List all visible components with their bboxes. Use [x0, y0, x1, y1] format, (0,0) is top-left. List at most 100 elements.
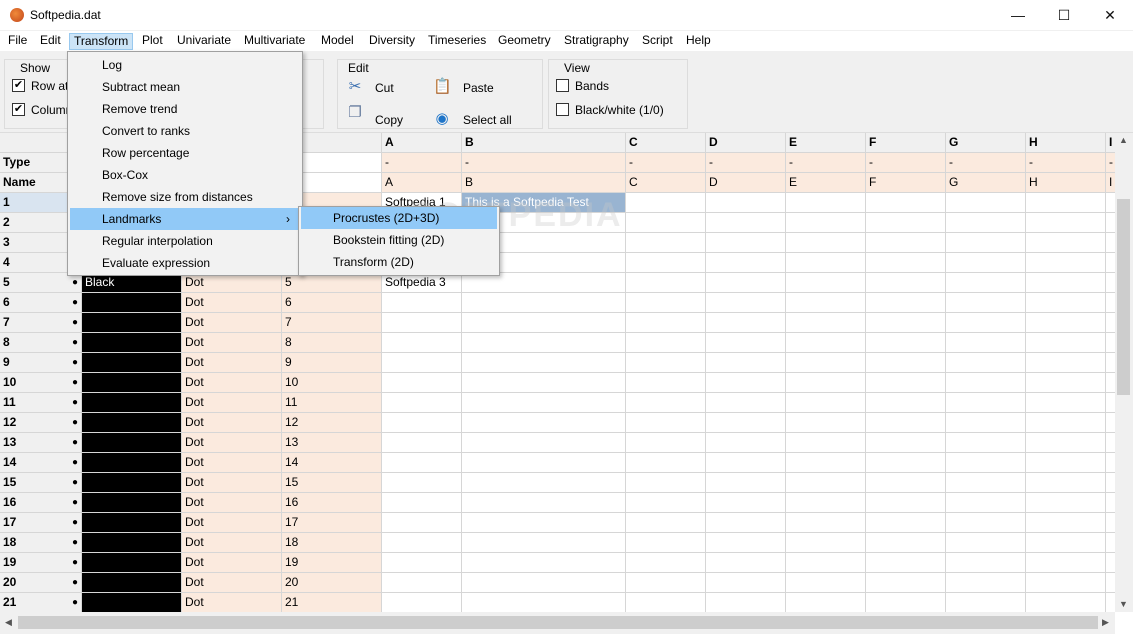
row-name-cell[interactable]: 10 — [282, 373, 382, 393]
cell-g[interactable] — [946, 313, 1026, 333]
transform-item-regular-interpolation[interactable]: Regular interpolation — [70, 230, 300, 252]
menu-multivariate[interactable]: Multivariate — [240, 33, 309, 50]
symbol-cell[interactable]: Dot — [182, 533, 282, 553]
cell-g[interactable] — [946, 233, 1026, 253]
row-name-cell[interactable]: 9 — [282, 353, 382, 373]
cell-c[interactable] — [626, 573, 706, 593]
color-cell[interactable] — [82, 413, 182, 433]
cell-a[interactable] — [382, 593, 462, 612]
cell-g[interactable] — [946, 353, 1026, 373]
symbol-cell[interactable]: Dot — [182, 433, 282, 453]
type-value-a[interactable]: - — [382, 153, 462, 173]
cell-f[interactable] — [866, 573, 946, 593]
row-header[interactable]: 21 ● — [0, 593, 82, 612]
color-cell[interactable]: Black — [82, 273, 182, 293]
cell-d[interactable] — [706, 413, 786, 433]
cell-h[interactable] — [1026, 413, 1106, 433]
cell-b[interactable] — [462, 573, 626, 593]
color-cell[interactable] — [82, 553, 182, 573]
row-name-cell[interactable]: 8 — [282, 333, 382, 353]
cell-c[interactable] — [626, 473, 706, 493]
cell-e[interactable] — [786, 433, 866, 453]
symbol-cell[interactable]: Dot — [182, 493, 282, 513]
row-name-cell[interactable]: 12 — [282, 413, 382, 433]
menu-transform[interactable]: Transform — [69, 33, 134, 50]
cell-i[interactable] — [1106, 493, 1115, 513]
menu-univariate[interactable]: Univariate — [173, 33, 235, 50]
close-button[interactable]: ✕ — [1087, 0, 1133, 31]
cell-g[interactable] — [946, 473, 1026, 493]
column-header-c[interactable]: C — [626, 133, 706, 153]
cell-i[interactable] — [1106, 333, 1115, 353]
cell-c[interactable] — [626, 313, 706, 333]
cell-e[interactable] — [786, 193, 866, 213]
cell-c[interactable] — [626, 513, 706, 533]
row-header[interactable]: 9 ● — [0, 353, 82, 373]
menu-edit[interactable]: Edit — [36, 33, 65, 50]
cell-e[interactable] — [786, 493, 866, 513]
cell-f[interactable] — [866, 213, 946, 233]
cell-f[interactable] — [866, 453, 946, 473]
cell-h[interactable] — [1026, 433, 1106, 453]
cell-b[interactable] — [462, 453, 626, 473]
color-cell[interactable] — [82, 313, 182, 333]
cell-h[interactable] — [1026, 193, 1106, 213]
cell-h[interactable] — [1026, 573, 1106, 593]
cell-d[interactable] — [706, 233, 786, 253]
cell-f[interactable] — [866, 513, 946, 533]
cell-h[interactable] — [1026, 453, 1106, 473]
cell-h[interactable] — [1026, 373, 1106, 393]
cell-h[interactable] — [1026, 253, 1106, 273]
cell-c[interactable] — [626, 273, 706, 293]
cell-i[interactable] — [1106, 513, 1115, 533]
menu-file[interactable]: File — [4, 33, 31, 50]
cell-f[interactable] — [866, 273, 946, 293]
cell-e[interactable] — [786, 553, 866, 573]
row-header[interactable]: 5 ● — [0, 273, 82, 293]
cell-f[interactable] — [866, 333, 946, 353]
color-cell[interactable] — [82, 293, 182, 313]
cell-i[interactable] — [1106, 373, 1115, 393]
cell-e[interactable] — [786, 253, 866, 273]
cell-c[interactable] — [626, 373, 706, 393]
name-value-c[interactable]: C — [626, 173, 706, 193]
landmarks-item-procrustes-2d-3d-[interactable]: Procrustes (2D+3D) — [301, 207, 497, 229]
cell-i[interactable] — [1106, 553, 1115, 573]
name-value-f[interactable]: F — [866, 173, 946, 193]
cell-f[interactable] — [866, 193, 946, 213]
cell-i[interactable] — [1106, 253, 1115, 273]
transform-item-landmarks[interactable]: Landmarks › — [70, 208, 300, 230]
cell-b[interactable] — [462, 273, 626, 293]
symbol-cell[interactable]: Dot — [182, 333, 282, 353]
cell-b[interactable] — [462, 593, 626, 612]
cell-d[interactable] — [706, 453, 786, 473]
column-header-g[interactable]: G — [946, 133, 1026, 153]
cell-c[interactable] — [626, 413, 706, 433]
cell-g[interactable] — [946, 253, 1026, 273]
row-name-cell[interactable]: 16 — [282, 493, 382, 513]
cell-e[interactable] — [786, 353, 866, 373]
cell-i[interactable] — [1106, 433, 1115, 453]
cell-a[interactable] — [382, 553, 462, 573]
cell-a[interactable] — [382, 573, 462, 593]
cell-b[interactable] — [462, 373, 626, 393]
symbol-cell[interactable]: Dot — [182, 593, 282, 612]
cell-g[interactable] — [946, 293, 1026, 313]
cell-f[interactable] — [866, 233, 946, 253]
cell-g[interactable] — [946, 213, 1026, 233]
type-value-c[interactable]: - — [626, 153, 706, 173]
cell-i[interactable] — [1106, 233, 1115, 253]
scroll-down-icon[interactable]: ▼ — [1119, 599, 1128, 609]
menu-model[interactable]: Model — [317, 33, 358, 50]
cell-h[interactable] — [1026, 493, 1106, 513]
type-value-d[interactable]: - — [706, 153, 786, 173]
row-header[interactable]: 18 ● — [0, 533, 82, 553]
name-value-a[interactable]: A — [382, 173, 462, 193]
cell-i[interactable] — [1106, 473, 1115, 493]
cell-d[interactable] — [706, 293, 786, 313]
select-all-button[interactable]: Select all — [463, 113, 512, 127]
row-name-cell[interactable]: 6 — [282, 293, 382, 313]
row-name-cell[interactable]: 11 — [282, 393, 382, 413]
cell-a[interactable] — [382, 473, 462, 493]
cell-e[interactable] — [786, 413, 866, 433]
